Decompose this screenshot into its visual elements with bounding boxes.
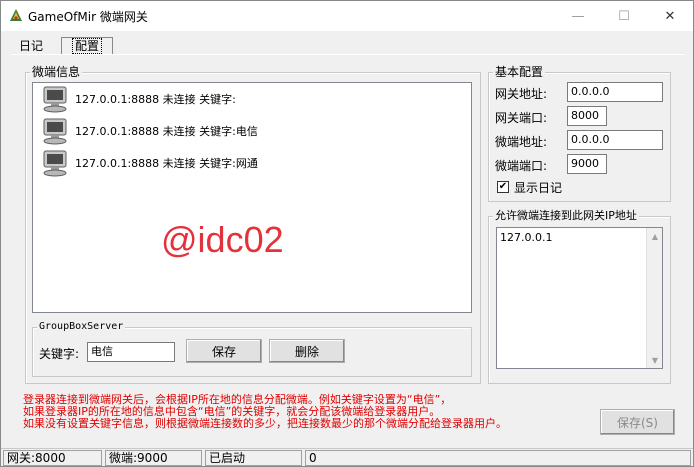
title-bar[interactable]: GameOfMir 微端网关 — ☐ ✕ (1, 1, 693, 31)
micro-addr-input[interactable]: 0.0.0.0 (567, 130, 663, 150)
tab-config[interactable]: 配置 (61, 37, 113, 55)
list-item[interactable]: 127.0.0.1:8888 未连接 关键字:电信 (39, 117, 258, 145)
show-log-checkbox[interactable]: ✔ (497, 181, 509, 193)
status-state: 已启动 (205, 450, 302, 466)
window-title: GameOfMir 微端网关 (28, 10, 148, 24)
list-item-text: 127.0.0.1:8888 未连接 关键字:电信 (75, 125, 258, 138)
show-log-label: 显示日记 (514, 181, 563, 195)
scroll-up-icon[interactable]: ▲ (647, 228, 663, 244)
minimize-icon: — (571, 8, 585, 24)
keyword-delete-button[interactable]: 删除 (269, 339, 345, 363)
microclient-list[interactable]: 127.0.0.1:8888 未连接 关键字: 127.0.0.1:8888 未… (32, 82, 472, 313)
gateway-port-label: 网关端口: (495, 111, 548, 125)
micro-port-label: 微端端口: (495, 159, 548, 173)
micro-port-input[interactable]: 9000 (567, 154, 607, 174)
computer-icon (43, 86, 67, 113)
status-bar: 网关:8000 微端:9000 已启动 0 (1, 448, 693, 466)
gateway-port-input[interactable]: 8000 (567, 106, 607, 126)
keyword-save-button[interactable]: 保存 (186, 339, 262, 363)
status-gateway-port: 网关:8000 (3, 450, 102, 466)
micro-addr-label: 微端地址: (495, 135, 548, 149)
scroll-down-icon[interactable]: ▼ (647, 352, 663, 368)
main-window: GameOfMir 微端网关 — ☐ ✕ 日记 配置 微端信息 127.0.0.… (0, 0, 694, 467)
list-item-text: 127.0.0.1:8888 未连接 关键字:网通 (75, 157, 258, 170)
allowed-ips-textarea[interactable]: 127.0.0.1 ▲ ▼ (496, 227, 663, 369)
maximize-icon: ☐ (618, 8, 630, 24)
status-connection-count: 0 (305, 450, 691, 466)
list-item[interactable]: 127.0.0.1:8888 未连接 关键字:网通 (39, 149, 258, 177)
computer-icon (43, 150, 67, 177)
list-item[interactable]: 127.0.0.1:8888 未连接 关键字: (39, 85, 236, 113)
save-button[interactable]: 保存(S) (600, 409, 675, 435)
minimize-button[interactable]: — (555, 1, 601, 31)
watermark-text: @idc02 (161, 219, 284, 260)
groupbox-server-title: GroupBoxServer (37, 320, 126, 334)
gateway-addr-input[interactable]: 0.0.0.0 (567, 82, 663, 102)
checkmark-icon: ✔ (498, 181, 508, 192)
computer-icon (43, 118, 67, 145)
status-micro-port: 微端:9000 (105, 450, 202, 466)
list-item-text: 127.0.0.1:8888 未连接 关键字: (75, 93, 236, 106)
allowed-ips-scrollbar[interactable]: ▲ ▼ (646, 228, 662, 368)
basic-config-title: 基本配置 (493, 65, 546, 79)
keyword-input[interactable]: 电信 (87, 342, 175, 362)
microclient-info-title: 微端信息 (30, 65, 83, 79)
allowed-ips-title: 允许微端连接到此网关IP地址 (493, 209, 639, 223)
close-button[interactable]: ✕ (647, 1, 693, 31)
allowed-ips-text: 127.0.0.1 (500, 231, 553, 244)
help-line: 如果没有设置关键字信息，则根据微端连接数的多少，把连接数最少的那个微端分配给登录… (23, 417, 507, 430)
tab-config-label: 配置 (71, 38, 102, 54)
maximize-button[interactable]: ☐ (601, 1, 647, 31)
app-icon (10, 9, 22, 21)
help-text: 登录器连接到微端网关后，会根据IP所在地的信息分配微端。例如关键字设置为“电信”… (23, 394, 583, 430)
close-icon: ✕ (664, 8, 676, 24)
gateway-addr-label: 网关地址: (495, 87, 548, 101)
keyword-label: 关键字: (39, 347, 80, 361)
